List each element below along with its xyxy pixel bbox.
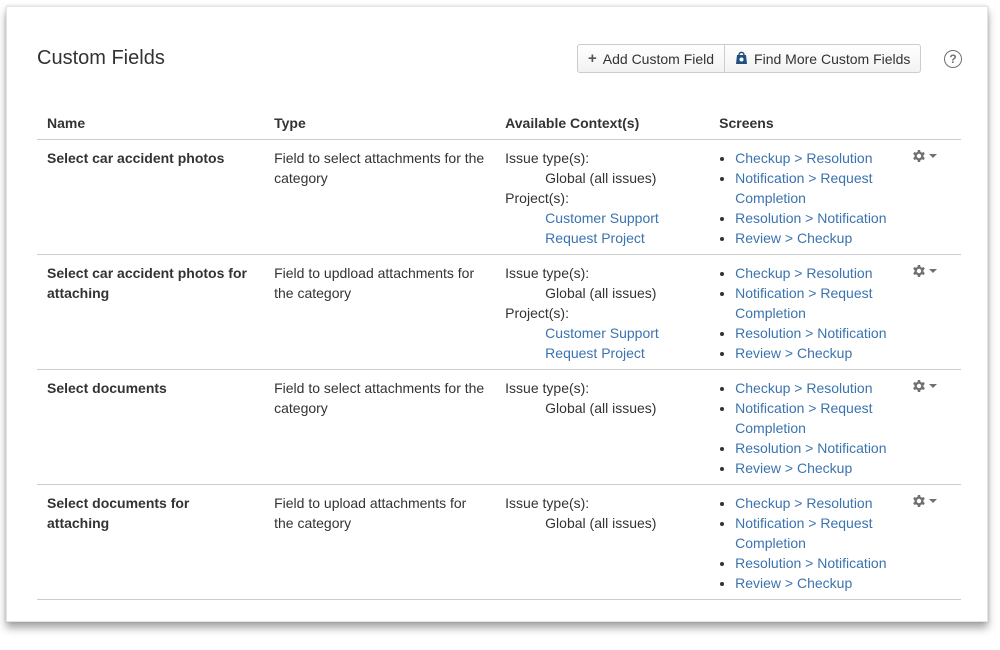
table-row: Select documents for attaching Field to … bbox=[37, 484, 961, 600]
project-link[interactable]: Customer Support bbox=[505, 323, 699, 343]
header-name: Name bbox=[37, 110, 265, 140]
field-type: Field to select attachments for the cate… bbox=[264, 369, 496, 485]
page-title: Custom Fields bbox=[37, 47, 165, 69]
toolbar: + Add Custom Field Find More Custom Fiel… bbox=[577, 44, 922, 73]
custom-fields-table: Name Type Available Context(s) Screens S… bbox=[37, 110, 961, 600]
screen-link[interactable]: Notification > Request Completion bbox=[735, 400, 872, 436]
chevron-down-icon bbox=[929, 384, 938, 388]
table-row: Select car accident photos Field to sele… bbox=[37, 139, 961, 255]
header-context: Available Context(s) bbox=[495, 110, 710, 140]
issue-types-value: Global (all issues) bbox=[545, 515, 657, 531]
header-actions bbox=[901, 110, 961, 140]
screen-link[interactable]: Checkup > Resolution bbox=[735, 265, 872, 281]
screen-link[interactable]: Checkup > Resolution bbox=[735, 380, 872, 396]
issue-types-label: Issue type(s): bbox=[505, 265, 590, 281]
field-context: Issue type(s): Global (all issues) Proje… bbox=[495, 254, 710, 370]
gear-menu-button[interactable] bbox=[911, 378, 938, 394]
field-context: Issue type(s): Global (all issues) Proje… bbox=[495, 139, 710, 255]
field-type: Field to updload attachments for the cat… bbox=[264, 254, 496, 370]
marketplace-bag-icon bbox=[735, 50, 748, 68]
project-link[interactable]: Customer Support bbox=[505, 208, 699, 228]
field-context: Issue type(s): Global (all issues) bbox=[495, 369, 710, 485]
gear-menu-button[interactable] bbox=[911, 148, 938, 164]
custom-fields-panel: Custom Fields + Add Custom Field Find Mo… bbox=[6, 6, 988, 622]
find-more-custom-fields-button[interactable]: Find More Custom Fields bbox=[725, 44, 922, 73]
help-icon[interactable]: ? bbox=[944, 50, 962, 68]
table-row: Select car accident photos for attaching… bbox=[37, 254, 961, 370]
screen-link[interactable]: Notification > Request Completion bbox=[735, 285, 872, 321]
gear-menu-button[interactable] bbox=[911, 493, 938, 509]
screen-link[interactable]: Resolution > Notification bbox=[735, 555, 886, 571]
field-type: Field to select attachments for the cate… bbox=[264, 139, 496, 255]
field-name: Select car accident photos bbox=[47, 150, 225, 166]
screen-link[interactable]: Review > Checkup bbox=[735, 230, 852, 246]
gear-icon bbox=[913, 495, 926, 507]
issue-types-label: Issue type(s): bbox=[505, 380, 590, 396]
field-context: Issue type(s): Global (all issues) bbox=[495, 484, 710, 600]
screen-link[interactable]: Review > Checkup bbox=[735, 575, 852, 591]
add-custom-field-label: Add Custom Field bbox=[602, 50, 715, 67]
field-name: Select documents for attaching bbox=[47, 495, 190, 531]
field-screens: Checkup > Resolution Notification > Requ… bbox=[709, 139, 902, 255]
chevron-down-icon bbox=[929, 154, 938, 158]
screen-link[interactable]: Notification > Request Completion bbox=[735, 170, 872, 206]
plus-icon: + bbox=[588, 50, 597, 67]
screen-link[interactable]: Resolution > Notification bbox=[735, 325, 886, 341]
screen-link[interactable]: Notification > Request Completion bbox=[735, 515, 872, 551]
gear-icon bbox=[913, 380, 926, 392]
project-link[interactable]: Request Project bbox=[505, 343, 699, 363]
table-header-row: Name Type Available Context(s) Screens bbox=[37, 110, 961, 140]
field-name: Select car accident photos for attaching bbox=[47, 265, 247, 301]
issue-types-label: Issue type(s): bbox=[505, 495, 590, 511]
gear-menu-button[interactable] bbox=[911, 263, 938, 279]
header-screens: Screens bbox=[709, 110, 902, 140]
gear-icon bbox=[913, 150, 926, 162]
field-name: Select documents bbox=[47, 380, 167, 396]
screen-link[interactable]: Checkup > Resolution bbox=[735, 495, 872, 511]
issue-types-value: Global (all issues) bbox=[545, 170, 657, 186]
screen-link[interactable]: Resolution > Notification bbox=[735, 210, 886, 226]
projects-label: Project(s): bbox=[505, 190, 569, 206]
chevron-down-icon bbox=[929, 499, 938, 503]
screen-link[interactable]: Checkup > Resolution bbox=[735, 150, 872, 166]
project-link[interactable]: Request Project bbox=[505, 228, 699, 248]
field-screens: Checkup > Resolution Notification > Requ… bbox=[709, 484, 902, 600]
gear-icon bbox=[913, 265, 926, 277]
issue-types-label: Issue type(s): bbox=[505, 150, 590, 166]
header-type: Type bbox=[264, 110, 496, 140]
field-screens: Checkup > Resolution Notification > Requ… bbox=[709, 369, 902, 485]
find-more-custom-fields-label: Find More Custom Fields bbox=[754, 50, 911, 67]
screen-link[interactable]: Review > Checkup bbox=[735, 345, 852, 361]
field-screens: Checkup > Resolution Notification > Requ… bbox=[709, 254, 902, 370]
issue-types-value: Global (all issues) bbox=[545, 285, 657, 301]
issue-types-value: Global (all issues) bbox=[545, 400, 657, 416]
chevron-down-icon bbox=[929, 269, 938, 273]
field-type: Field to upload attachments for the cate… bbox=[264, 484, 496, 600]
table-row: Select documents Field to select attachm… bbox=[37, 369, 961, 485]
add-custom-field-button[interactable]: + Add Custom Field bbox=[577, 44, 726, 73]
screen-link[interactable]: Review > Checkup bbox=[735, 460, 852, 476]
projects-label: Project(s): bbox=[505, 305, 569, 321]
screen-link[interactable]: Resolution > Notification bbox=[735, 440, 886, 456]
